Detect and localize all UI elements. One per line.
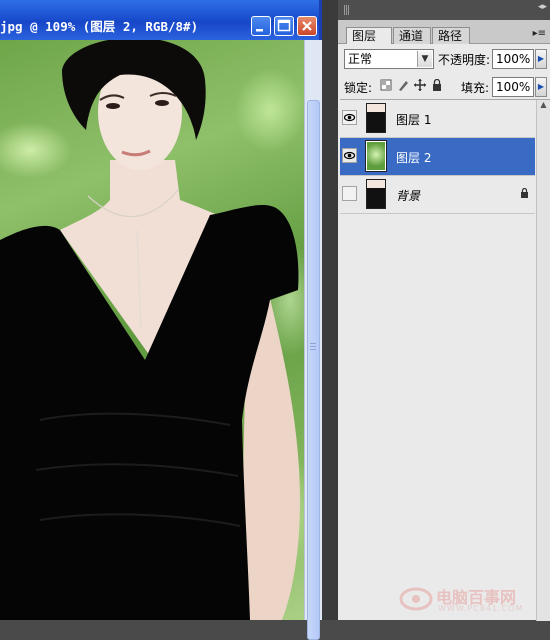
document-vertical-scrollbar[interactable] xyxy=(304,40,322,640)
document-title: jpg @ 109% (图层 2, RGB/8#) xyxy=(0,19,199,34)
panel-menu-icon[interactable]: ▸≡ xyxy=(533,28,546,39)
panel-collapse-icon[interactable]: ◂▸ xyxy=(538,2,547,12)
lock-position-icon[interactable] xyxy=(414,79,426,91)
watermark-logo-icon xyxy=(399,587,433,611)
panel-tab-row: 图层× 通道 路径 ▸≡ xyxy=(338,20,550,59)
maximize-button[interactable] xyxy=(274,16,294,36)
layer-thumbnail xyxy=(365,140,387,172)
layer-thumbnail xyxy=(366,179,386,209)
fill-slider-button[interactable]: ▶ xyxy=(535,77,547,97)
close-button[interactable] xyxy=(297,16,317,36)
lock-image-pixels-icon[interactable] xyxy=(397,79,409,91)
eye-icon xyxy=(343,113,356,122)
fill-field[interactable]: 100% xyxy=(492,77,534,97)
visibility-toggle[interactable] xyxy=(342,186,357,201)
blend-mode-select[interactable]: 正常 ▼ xyxy=(344,49,434,69)
panel-header[interactable]: ◂▸ xyxy=(338,0,550,20)
watermark-url: WWW.PC841.COM xyxy=(438,604,524,613)
blend-mode-value: 正常 xyxy=(348,52,373,66)
scrollbar-thumb[interactable] xyxy=(307,100,320,640)
minimize-button[interactable] xyxy=(251,16,271,36)
tab-layers-label: 图层 xyxy=(352,29,377,43)
chevron-down-icon[interactable]: ▼ xyxy=(417,51,432,67)
layer-name[interactable]: 背景 xyxy=(396,187,420,204)
lock-label: 锁定: xyxy=(344,81,373,95)
opacity-field[interactable]: 100% xyxy=(492,49,534,69)
tab-channels[interactable]: 通道 xyxy=(393,27,431,44)
visibility-toggle[interactable] xyxy=(342,110,357,125)
fill-label: 填充: xyxy=(461,81,490,95)
visibility-toggle[interactable] xyxy=(342,148,357,163)
scrollbar-grip-icon xyxy=(310,343,316,351)
eye-icon xyxy=(343,151,356,160)
lock-icon xyxy=(521,188,528,198)
layer-name[interactable]: 图层 1 xyxy=(396,111,431,128)
layers-panel: ◂▸ 图层× 通道 路径 ▸≡ 正常 ▼ 不透明度: 100% ▶ 锁定: 填充… xyxy=(338,0,550,621)
minimize-icon xyxy=(256,29,263,32)
lock-transparent-pixels-icon[interactable] xyxy=(380,79,392,91)
workspace-gutter xyxy=(322,0,338,620)
opacity-slider-button[interactable]: ▶ xyxy=(535,49,547,69)
maximize-icon xyxy=(277,19,291,32)
layer-name[interactable]: 图层 2 xyxy=(396,149,431,166)
layers-list: 图层 1 图层 2 背景 ▲ xyxy=(340,99,550,621)
layer-row[interactable]: 图层 1 xyxy=(340,100,535,138)
layer-row[interactable]: 背景 xyxy=(340,176,535,214)
watermark: 电脑百事网 WWW.PC841.COM xyxy=(398,582,548,616)
layer-thumbnail xyxy=(366,103,386,133)
document-window: jpg @ 109% (图层 2, RGB/8#) xyxy=(0,0,322,640)
close-icon xyxy=(302,21,312,31)
layers-list-scrollbar[interactable]: ▲ xyxy=(536,100,550,621)
photo-woman-black-dress xyxy=(0,40,300,620)
layer-row[interactable]: 图层 2 xyxy=(340,138,535,176)
scroll-up-icon[interactable]: ▲ xyxy=(537,100,550,112)
lock-all-icon[interactable] xyxy=(431,79,443,91)
tab-paths[interactable]: 路径 xyxy=(432,27,470,44)
opacity-label: 不透明度: xyxy=(438,53,491,67)
document-titlebar[interactable]: jpg @ 109% (图层 2, RGB/8#) xyxy=(0,0,322,40)
panel-grip-icon[interactable] xyxy=(344,5,349,15)
image-canvas[interactable] xyxy=(0,40,304,620)
tab-layers[interactable]: 图层× xyxy=(346,27,392,59)
